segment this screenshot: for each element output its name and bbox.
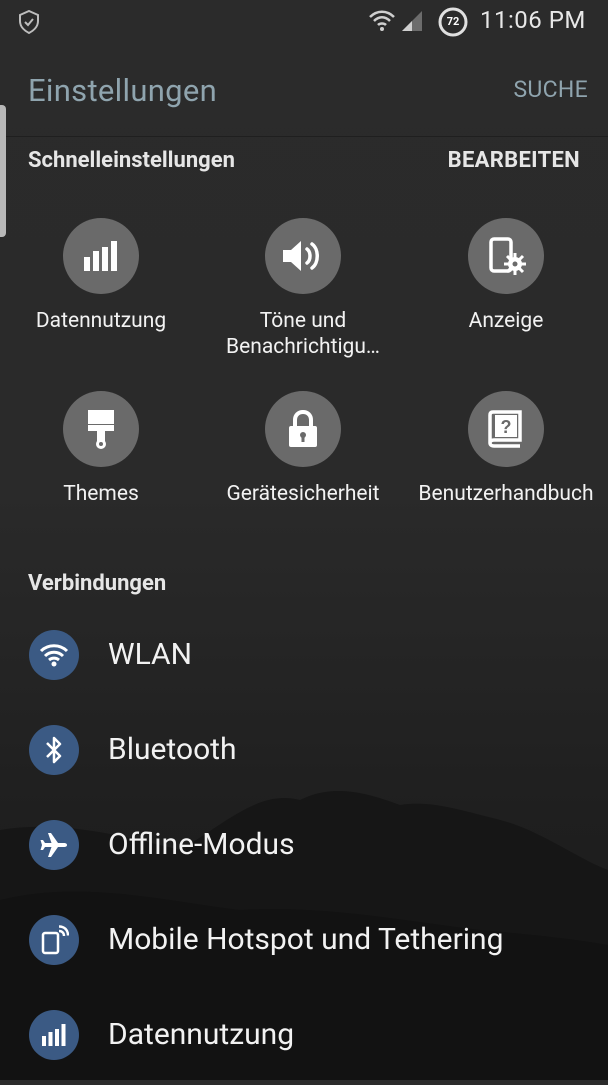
list-item-label: Datennutzung bbox=[108, 1017, 295, 1052]
user-manual-icon: ? bbox=[488, 410, 522, 448]
list-item-wlan[interactable]: WLAN bbox=[0, 610, 608, 705]
list-item-label: WLAN bbox=[108, 637, 193, 672]
lock-icon bbox=[289, 409, 317, 447]
quick-setting-circle: ? bbox=[468, 391, 544, 467]
data-usage-icon bbox=[84, 241, 117, 271]
edge-panel-handle[interactable] bbox=[0, 105, 6, 237]
list-icon-circle bbox=[29, 725, 79, 775]
cell-signal-icon bbox=[402, 11, 422, 31]
list-icon-circle bbox=[29, 630, 79, 680]
bluetooth-icon bbox=[46, 736, 62, 764]
quick-setting-label: Themes bbox=[63, 482, 139, 506]
wifi-icon bbox=[39, 644, 69, 667]
quick-setting-label: Gerätesicherheit bbox=[226, 482, 380, 506]
wifi-icon bbox=[369, 10, 395, 31]
app-bar: Einstellungen SUCHE bbox=[0, 46, 608, 137]
connections-header: Verbindungen bbox=[28, 571, 167, 596]
sound-icon bbox=[283, 241, 319, 271]
quick-setting-circle bbox=[265, 391, 341, 467]
quick-setting-circle bbox=[265, 218, 341, 294]
search-button[interactable]: SUCHE bbox=[513, 76, 588, 103]
quick-setting-label: Töne und Benachrichtigu… bbox=[226, 309, 380, 359]
quick-setting-label: Benutzerhandbuch bbox=[418, 482, 594, 506]
quick-setting-circle bbox=[63, 218, 139, 294]
quick-setting-circle bbox=[63, 391, 139, 467]
quick-setting-display[interactable]: Anzeige bbox=[406, 218, 606, 334]
quick-setting-sounds[interactable]: Töne und Benachrichtigu… bbox=[203, 218, 403, 360]
status-time: 11:06 PM bbox=[480, 6, 586, 34]
quick-setting-data-usage[interactable]: Datennutzung bbox=[1, 218, 201, 334]
airplane-icon bbox=[40, 833, 67, 857]
quick-setting-label: Datennutzung bbox=[35, 309, 167, 333]
quick-settings-header: Schnelleinstellungen bbox=[28, 148, 235, 173]
list-item-data-usage[interactable]: Datennutzung bbox=[0, 990, 608, 1085]
paint-brush-icon bbox=[88, 410, 114, 449]
page-title: Einstellungen bbox=[28, 72, 218, 109]
hotspot-icon bbox=[41, 925, 69, 955]
list-item-label: Mobile Hotspot und Tethering bbox=[108, 922, 504, 957]
quick-setting-device-security[interactable]: Gerätesicherheit bbox=[203, 391, 403, 507]
list-item-mobile-hotspot[interactable]: Mobile Hotspot und Tethering bbox=[0, 895, 608, 990]
list-icon-circle bbox=[29, 820, 79, 870]
list-item-label: Offline-Modus bbox=[108, 827, 295, 862]
list-item-bluetooth[interactable]: Bluetooth bbox=[0, 705, 608, 800]
shield-check-icon bbox=[19, 10, 39, 34]
list-item-offline-mode[interactable]: Offline-Modus bbox=[0, 800, 608, 895]
quick-setting-themes[interactable]: Themes bbox=[1, 391, 201, 507]
battery-level: 72 bbox=[446, 15, 460, 28]
status-bar: 72 11:06 PM bbox=[0, 0, 608, 46]
display-settings-icon bbox=[489, 237, 526, 275]
data-usage-icon bbox=[42, 1024, 66, 1046]
list-icon-circle bbox=[29, 1010, 79, 1060]
svg-text:?: ? bbox=[501, 417, 512, 437]
list-item-label: Bluetooth bbox=[108, 732, 237, 767]
quick-setting-label: Anzeige bbox=[468, 309, 544, 333]
quick-setting-user-manual[interactable]: ? Benutzerhandbuch bbox=[406, 391, 606, 507]
quick-setting-circle bbox=[468, 218, 544, 294]
list-icon-circle bbox=[29, 915, 79, 965]
edit-button[interactable]: BEARBEITEN bbox=[448, 148, 580, 173]
